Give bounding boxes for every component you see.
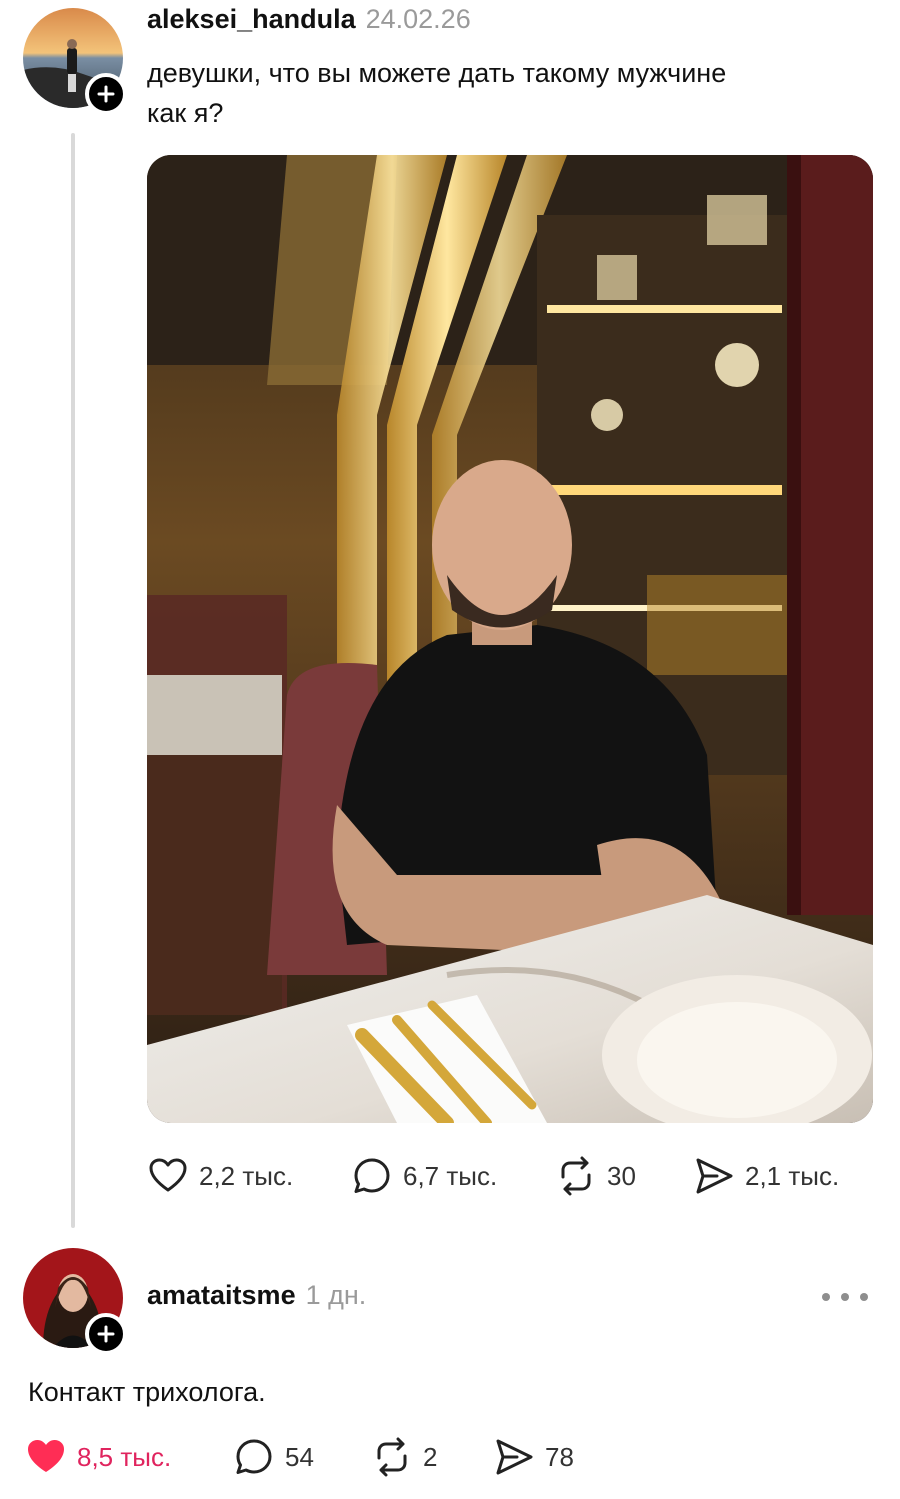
repost-count: 30 <box>607 1160 636 1191</box>
post-text-line-2: как я? <box>147 98 224 128</box>
like-button[interactable]: 2,2 тыс. <box>147 1155 351 1197</box>
ellipsis-icon-dot-3 <box>860 1293 868 1301</box>
reply-timestamp: 1 дн. <box>305 1280 367 1310</box>
post-photo[interactable] <box>147 155 873 1123</box>
speech-bubble-icon <box>236 1439 272 1474</box>
post-action-bar: 2,2 тыс. 6,7 тыс. 30 2,1 тыс. <box>147 1155 839 1197</box>
post-username[interactable]: aleksei_handula <box>147 4 356 35</box>
reply-like-count: 8,5 тыс. <box>77 1441 172 1472</box>
reply-repost-count: 2 <box>423 1441 438 1472</box>
share-count: 2,1 тыс. <box>745 1160 840 1191</box>
post-timestamp: 24.02.26 <box>365 4 471 34</box>
more-options-button[interactable] <box>822 1284 868 1310</box>
post-text: девушки, что вы можете дать такому мужчи… <box>147 53 726 133</box>
reply-button[interactable]: 6,7 тыс. <box>351 1155 555 1197</box>
reply-header: amataitsme 1 дн. <box>147 1280 366 1311</box>
share-button[interactable]: 2,1 тыс. <box>693 1155 839 1197</box>
heart-icon <box>149 1158 187 1192</box>
heart-filled-icon <box>28 1440 64 1472</box>
post-text-line-1: девушки, что вы можете дать такому мужчи… <box>147 58 727 88</box>
reply-like-button[interactable]: 8,5 тыс. <box>25 1436 233 1478</box>
ellipsis-icon-dot-2 <box>841 1293 849 1301</box>
like-count: 2,2 тыс. <box>199 1160 294 1191</box>
reply-username[interactable]: amataitsme <box>147 1280 296 1311</box>
follow-author-button[interactable] <box>85 73 127 115</box>
reply-share-button[interactable]: 78 <box>493 1436 574 1478</box>
plus-icon <box>97 85 115 103</box>
reply-action-bar: 8,5 тыс. 54 2 78 <box>25 1436 574 1478</box>
plus-icon <box>97 1325 115 1343</box>
repost-button[interactable]: 30 <box>555 1155 693 1197</box>
speech-bubble-icon <box>354 1158 390 1193</box>
reply-repost-button[interactable]: 2 <box>371 1436 493 1478</box>
thread-connector-line <box>71 133 75 1228</box>
paper-plane-icon <box>696 1158 733 1194</box>
paper-plane-icon <box>496 1439 533 1475</box>
restaurant-photo <box>147 155 873 1123</box>
post-header: aleksei_handula 24.02.26 <box>147 4 471 35</box>
reply-reply-button[interactable]: 54 <box>233 1436 371 1478</box>
reply-reply-count: 54 <box>285 1441 314 1472</box>
ellipsis-icon-dot-1 <box>822 1293 830 1301</box>
reply-count: 6,7 тыс. <box>403 1160 498 1191</box>
repost-arrows-icon <box>377 1437 407 1477</box>
follow-reply-author-button[interactable] <box>85 1313 127 1355</box>
repost-arrows-icon <box>561 1156 591 1196</box>
reply-text: Контакт трихолога. <box>28 1377 266 1407</box>
reply-share-count: 78 <box>545 1441 574 1472</box>
